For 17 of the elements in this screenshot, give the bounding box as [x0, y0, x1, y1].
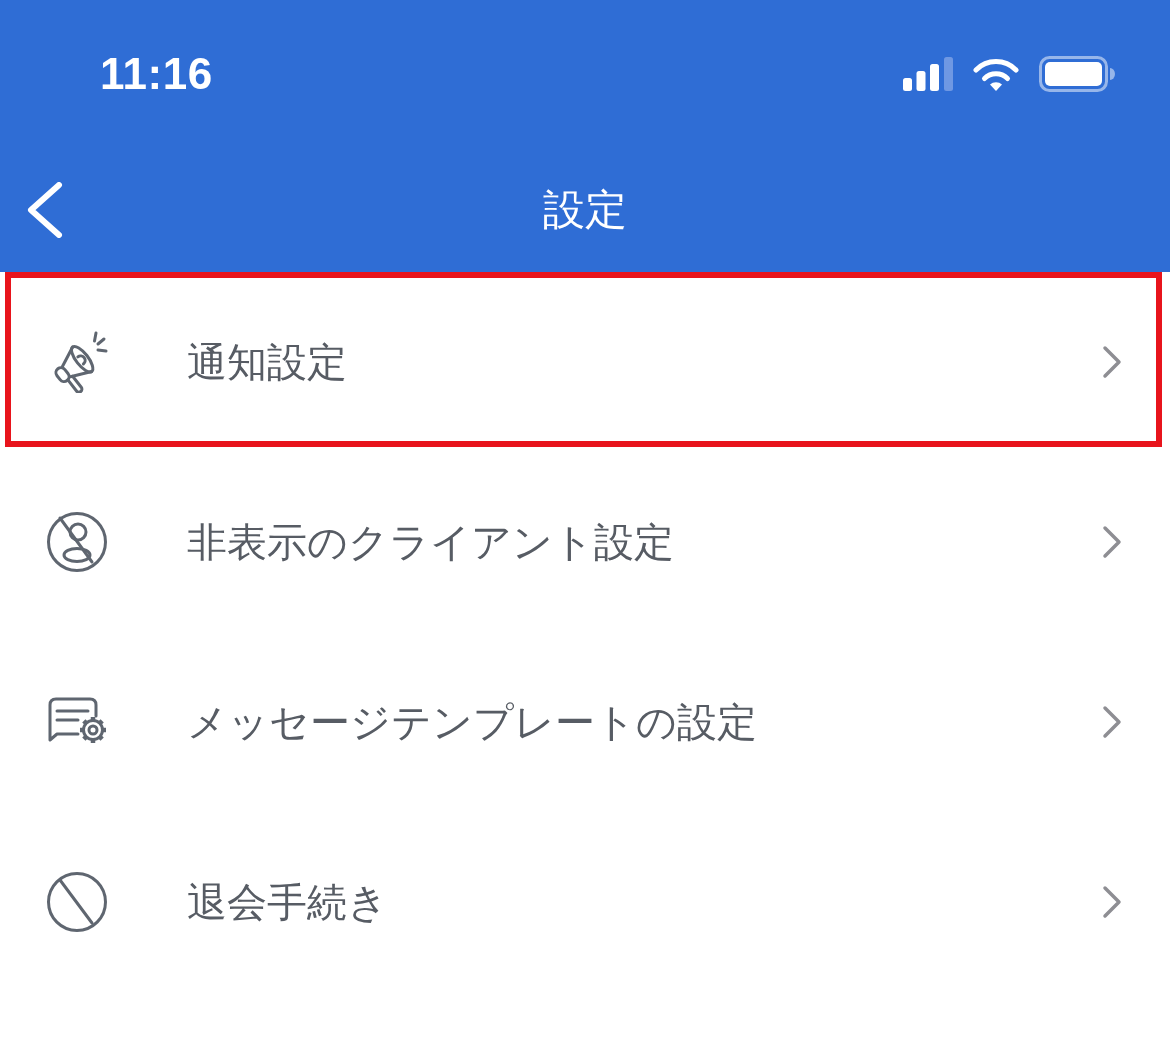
- settings-item[interactable]: 非表示のクライアント設定: [0, 452, 1170, 632]
- wifi-icon: [973, 57, 1019, 91]
- signal-icon: [903, 57, 953, 91]
- battery-icon: [1039, 56, 1115, 92]
- status-time: 11:16: [100, 52, 213, 96]
- back-button[interactable]: [27, 182, 63, 238]
- chevron-right-icon: [1102, 345, 1122, 379]
- hidden-person-icon: [46, 511, 108, 573]
- chevron-right-icon: [1102, 885, 1122, 919]
- chevron-right-icon: [1102, 705, 1122, 739]
- chevron-right-icon: [1102, 525, 1122, 559]
- settings-item[interactable]: 退会手続き: [0, 812, 1170, 992]
- settings-item[interactable]: 通知設定: [0, 272, 1170, 452]
- prohibited-icon: [46, 871, 108, 933]
- screen-title: 設定: [543, 184, 627, 236]
- settings-item[interactable]: メッセージテンプレートの設定: [0, 632, 1170, 812]
- chevron-left-icon: [27, 182, 63, 238]
